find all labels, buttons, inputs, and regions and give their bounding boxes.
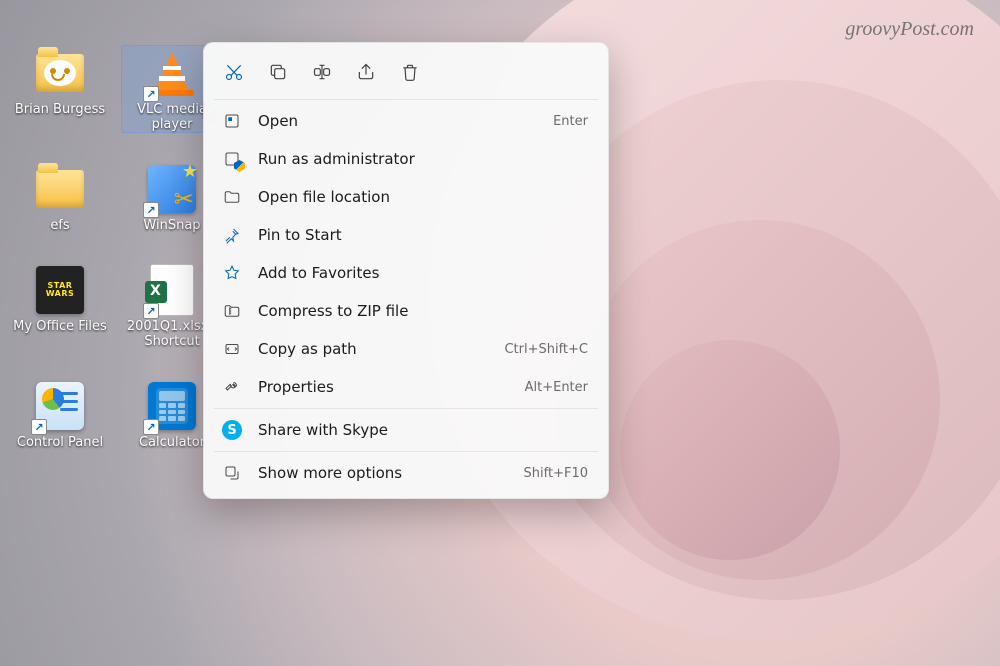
context-menu-separator: [214, 408, 598, 409]
menu-item-properties[interactable]: Properties Alt+Enter: [210, 368, 602, 406]
zip-icon: [222, 301, 242, 321]
menu-item-label: Copy as path: [258, 340, 488, 358]
menu-item-show-more-options[interactable]: Show more options Shift+F10: [210, 454, 602, 492]
desktop-icon-label: WinSnap: [143, 218, 200, 233]
menu-item-label: Compress to ZIP file: [258, 302, 588, 320]
share-button[interactable]: [346, 53, 386, 91]
star-icon: [222, 263, 242, 283]
rename-icon: [312, 62, 332, 82]
desktop-icon-user-folder[interactable]: Brian Burgess: [10, 46, 110, 132]
pin-icon: [222, 225, 242, 245]
menu-item-pin-to-start[interactable]: Pin to Start: [210, 216, 602, 254]
folder-icon: [33, 162, 87, 216]
folder-icon: [222, 187, 242, 207]
menu-item-label: Add to Favorites: [258, 264, 588, 282]
menu-item-shortcut: Ctrl+Shift+C: [504, 342, 588, 357]
menu-item-shortcut: Enter: [553, 114, 588, 129]
shortcut-overlay-icon: [143, 303, 159, 319]
shortcut-overlay-icon: [143, 419, 159, 435]
winsnap-icon: [145, 162, 199, 216]
menu-item-label: Show more options: [258, 464, 508, 482]
copy-button[interactable]: [258, 53, 298, 91]
shortcut-overlay-icon: [31, 419, 47, 435]
desktop-icon-label: My Office Files: [13, 319, 107, 334]
menu-item-label: Run as administrator: [258, 150, 588, 168]
menu-item-compress-zip[interactable]: Compress to ZIP file: [210, 292, 602, 330]
context-menu-separator: [214, 451, 598, 452]
menu-item-label: Pin to Start: [258, 226, 588, 244]
open-app-icon: [222, 111, 242, 131]
excel-file-icon: [145, 263, 199, 317]
user-folder-icon: [33, 46, 87, 100]
rename-button[interactable]: [302, 53, 342, 91]
shield-icon: [222, 149, 242, 169]
share-icon: [356, 62, 376, 82]
desktop-icon-label: Control Panel: [17, 435, 103, 450]
desktop-icon-control-panel[interactable]: Control Panel: [10, 379, 110, 450]
delete-button[interactable]: [390, 53, 430, 91]
menu-item-label: Open: [258, 112, 537, 130]
menu-item-label: Open file location: [258, 188, 588, 206]
menu-item-share-skype[interactable]: S Share with Skype: [210, 411, 602, 449]
shortcut-overlay-icon: [143, 86, 159, 102]
menu-item-shortcut: Shift+F10: [524, 466, 588, 481]
more-options-icon: [222, 463, 242, 483]
starwars-folder-icon: STARWARS: [33, 263, 87, 317]
desktop-icon-label: Brian Burgess: [15, 102, 105, 117]
skype-icon: S: [222, 420, 242, 440]
context-menu-separator: [214, 99, 598, 100]
menu-item-label: Share with Skype: [258, 421, 588, 439]
context-menu: Open Enter Run as administrator Open fil…: [203, 42, 609, 499]
control-panel-icon: [33, 379, 87, 433]
copy-icon: [268, 62, 288, 82]
menu-item-copy-as-path[interactable]: Copy as path Ctrl+Shift+C: [210, 330, 602, 368]
wrench-icon: [222, 377, 242, 397]
context-menu-top-actions: [210, 49, 602, 97]
vlc-icon: [145, 46, 199, 100]
menu-item-run-as-admin[interactable]: Run as administrator: [210, 140, 602, 178]
desktop-icon-label: efs: [50, 218, 69, 233]
cut-button[interactable]: [214, 53, 254, 91]
menu-item-open[interactable]: Open Enter: [210, 102, 602, 140]
calculator-icon: [145, 379, 199, 433]
delete-icon: [400, 62, 420, 82]
desktop-icon-label: Calculator: [139, 435, 205, 450]
menu-item-open-file-location[interactable]: Open file location: [210, 178, 602, 216]
copy-path-icon: [222, 339, 242, 359]
desktop-icon-efs[interactable]: efs: [10, 162, 110, 233]
menu-item-shortcut: Alt+Enter: [525, 380, 588, 395]
menu-item-label: Properties: [258, 378, 509, 396]
desktop-icon-grid: Brian Burgess VLC media player efs WinSn…: [10, 46, 222, 450]
cut-icon: [224, 62, 244, 82]
shortcut-overlay-icon: [143, 202, 159, 218]
desktop-icon-myoffice[interactable]: STARWARS My Office Files: [10, 263, 110, 349]
menu-item-add-to-favorites[interactable]: Add to Favorites: [210, 254, 602, 292]
